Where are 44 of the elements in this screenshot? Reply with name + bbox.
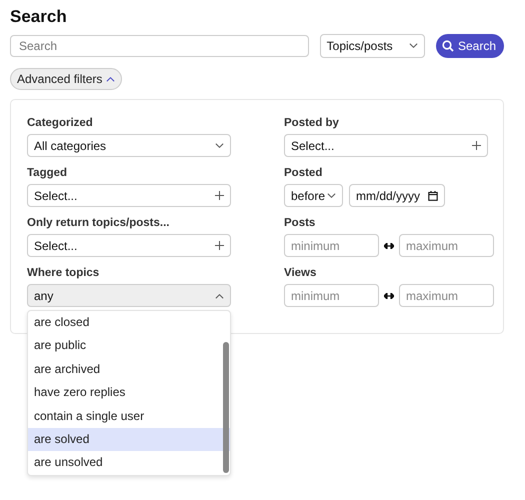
menu-option[interactable]: are closed	[28, 311, 230, 334]
menu-option[interactable]: are solved	[28, 428, 230, 452]
minimum-field[interactable]: minimum	[284, 234, 379, 257]
select-field[interactable]: Select...	[27, 184, 231, 207]
search-field[interactable]: Search	[10, 35, 309, 57]
field-label: Views	[284, 266, 318, 280]
dropdown[interactable]: any	[27, 284, 231, 307]
select-field[interactable]: Select...	[27, 234, 231, 257]
chevron-up-icon	[215, 292, 224, 298]
search-button[interactable]: Search	[436, 34, 504, 58]
type-dropdown[interactable]: Topics/posts	[320, 34, 425, 58]
menu-option[interactable]: contain a single user	[28, 404, 230, 428]
menu-option[interactable]: are unsolved	[28, 451, 230, 475]
search-icon	[442, 40, 454, 52]
double-arrow-icon	[384, 242, 394, 248]
minimum-field[interactable]: minimum	[284, 284, 379, 307]
advanced-filters-toggle[interactable]: Advanced filters	[10, 68, 122, 90]
field-label: Only return topics/posts...	[27, 216, 170, 230]
menu-option[interactable]: are public	[28, 334, 230, 358]
plus-icon	[215, 241, 224, 250]
dropdown[interactable]: All categories	[27, 134, 231, 157]
maximum-field[interactable]: maximum	[399, 234, 494, 257]
chevron-up-icon	[106, 76, 116, 82]
field-label: Categorized	[27, 116, 94, 130]
menu-option[interactable]: are archived	[28, 358, 230, 382]
double-arrow-icon	[384, 292, 394, 298]
dropdown[interactable]: before	[284, 184, 343, 207]
field-label: Tagged	[27, 166, 68, 180]
calendar-icon	[428, 190, 438, 200]
page-title: Search	[10, 7, 68, 27]
field-label: Where topics	[27, 266, 100, 280]
field-label: Posted	[284, 166, 324, 180]
field-label: Posts	[284, 216, 316, 230]
field-label: Posted by	[284, 116, 340, 130]
chevron-down-icon	[215, 142, 224, 148]
plus-icon	[215, 191, 224, 200]
menu-option[interactable]: have zero replies	[28, 381, 230, 405]
maximum-field[interactable]: maximum	[399, 284, 494, 307]
chevron-down-icon	[327, 192, 336, 198]
scrollbar-thumb[interactable]	[223, 342, 229, 473]
plus-icon	[472, 141, 481, 150]
date-field[interactable]: mm/dd/yyyy	[349, 184, 445, 207]
chevron-down-icon	[408, 43, 418, 49]
select-field[interactable]: Select...	[284, 134, 488, 157]
